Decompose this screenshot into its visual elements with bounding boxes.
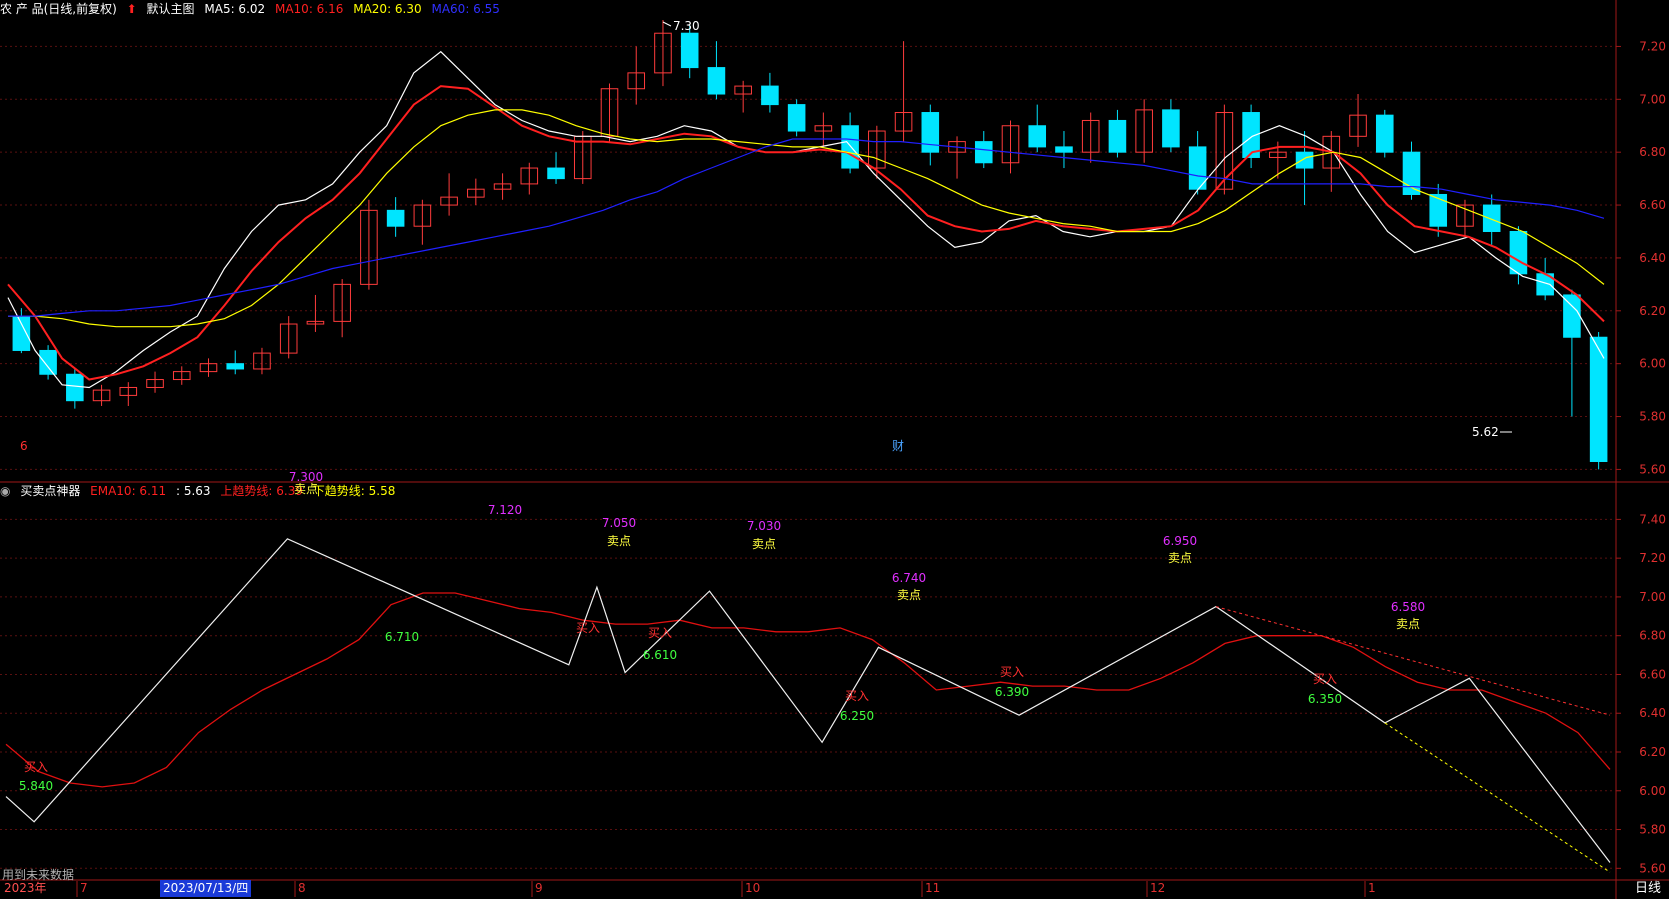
candle-body bbox=[226, 363, 245, 370]
signal-value: 6.580 bbox=[1391, 600, 1425, 614]
y-tick-label: 7.20 bbox=[1639, 39, 1666, 53]
high-pointer bbox=[662, 21, 672, 27]
x-axis-label: 2023年 bbox=[4, 881, 47, 895]
candle-body bbox=[1295, 151, 1314, 169]
period-label[interactable]: 日线 bbox=[1635, 880, 1661, 897]
candle-body bbox=[1162, 109, 1180, 148]
signal-label: 买入 bbox=[24, 760, 48, 774]
y-tick-label: 6.00 bbox=[1639, 357, 1666, 371]
candle-body bbox=[66, 373, 84, 402]
left-tag: 6 bbox=[20, 439, 28, 453]
signal-value: 7.050 bbox=[602, 516, 636, 530]
y-tick-label: 7.20 bbox=[1639, 551, 1666, 565]
signal-label: 买入 bbox=[576, 621, 600, 635]
x-axis-label: 12 bbox=[1150, 881, 1166, 895]
signal-value: 7.300 bbox=[289, 470, 323, 484]
y-tick-label: 5.80 bbox=[1639, 410, 1666, 424]
signal-value: 6.710 bbox=[385, 630, 419, 644]
y-tick-label: 7.00 bbox=[1639, 92, 1666, 106]
signal-value: 6.250 bbox=[840, 709, 874, 723]
candle-body bbox=[787, 104, 806, 132]
signal-label: 卖点 bbox=[1396, 617, 1420, 631]
signal-value: 7.120 bbox=[488, 503, 522, 517]
low-price-label: 5.62 bbox=[1472, 425, 1499, 439]
y-tick-label: 6.60 bbox=[1639, 667, 1666, 681]
signal-label: 买入 bbox=[1000, 665, 1024, 679]
signal-label: 卖点 bbox=[607, 534, 631, 548]
x-axis-label: 10 bbox=[745, 881, 761, 895]
signal-value: 5.840 bbox=[19, 779, 53, 793]
y-tick-label: 6.20 bbox=[1639, 304, 1666, 318]
ema10-line bbox=[5, 592, 1611, 788]
signal-value: 6.350 bbox=[1308, 692, 1342, 706]
candle-body bbox=[680, 32, 699, 69]
candle-body bbox=[1108, 119, 1127, 153]
candle-body bbox=[1028, 125, 1047, 148]
candle-body bbox=[1055, 146, 1073, 153]
y-tick-label: 6.80 bbox=[1639, 629, 1666, 643]
y-tick-label: 5.60 bbox=[1639, 462, 1666, 476]
candle-body bbox=[974, 141, 993, 164]
candle-body bbox=[39, 349, 57, 375]
finance-tag: 财 bbox=[892, 439, 904, 453]
signal-label: 卖点 bbox=[1168, 551, 1192, 565]
candle-body bbox=[1563, 294, 1581, 338]
signal-value: 6.610 bbox=[643, 648, 677, 662]
candle-body bbox=[1375, 114, 1394, 153]
candle-body bbox=[547, 167, 565, 180]
signal-label: 卖点 bbox=[752, 537, 776, 551]
y-tick-label: 6.40 bbox=[1639, 251, 1666, 265]
signal-value: 6.740 bbox=[892, 571, 926, 585]
signal-label: 卖点 bbox=[294, 482, 318, 496]
x-axis-label: 7 bbox=[80, 881, 88, 895]
y-tick-label: 7.40 bbox=[1639, 512, 1666, 526]
signal-label: 买入 bbox=[648, 626, 672, 640]
signal-label: 买入 bbox=[845, 689, 869, 703]
candle-body bbox=[841, 125, 859, 169]
candle-body bbox=[1509, 230, 1528, 275]
y-tick-label: 5.80 bbox=[1639, 823, 1666, 837]
candle-body bbox=[386, 209, 405, 227]
y-tick-label: 6.60 bbox=[1639, 198, 1666, 212]
y-tick-label: 7.00 bbox=[1639, 590, 1666, 604]
zigzag-line bbox=[5, 538, 1611, 863]
ma-line-ma5 bbox=[7, 50, 1605, 389]
candle-body bbox=[1589, 336, 1608, 462]
ma-line-ma60 bbox=[8, 138, 1605, 317]
candle-body bbox=[1402, 151, 1421, 195]
x-axis-label: 9 bbox=[535, 881, 543, 895]
candle-body bbox=[921, 112, 940, 153]
signal-value: 7.030 bbox=[747, 519, 781, 533]
x-axis-label: 1 bbox=[1368, 881, 1376, 895]
y-tick-label: 6.80 bbox=[1639, 145, 1666, 159]
y-tick-label: 6.20 bbox=[1639, 745, 1666, 759]
x-axis-label: 8 bbox=[298, 881, 306, 895]
ma-line-ma20 bbox=[8, 109, 1605, 328]
signal-value: 6.390 bbox=[995, 685, 1029, 699]
signal-label: 买入 bbox=[1313, 672, 1337, 686]
ma-line-ma10 bbox=[7, 85, 1605, 381]
signal-value: 6.950 bbox=[1163, 534, 1197, 548]
candle-body bbox=[1482, 204, 1501, 232]
x-axis-label: 11 bbox=[925, 881, 941, 895]
candle-body bbox=[707, 67, 726, 95]
down-trend-line bbox=[1384, 722, 1611, 873]
candle-body bbox=[1429, 193, 1448, 227]
y-tick-label: 6.00 bbox=[1639, 784, 1666, 798]
candle-body bbox=[761, 85, 779, 106]
x-axis-label: 2023/07/13/四 bbox=[160, 880, 252, 897]
y-tick-label: 5.60 bbox=[1639, 861, 1666, 875]
high-price-label: 7.30 bbox=[673, 19, 700, 33]
chart-canvas[interactable]: 5.60 5.80 6.00 6.20 6.40 6.60 6.80 7.00 7.20 5.60… bbox=[0, 0, 1669, 899]
y-tick-label: 6.40 bbox=[1639, 706, 1666, 720]
signal-label: 卖点 bbox=[897, 588, 921, 602]
candle-body bbox=[12, 315, 31, 351]
